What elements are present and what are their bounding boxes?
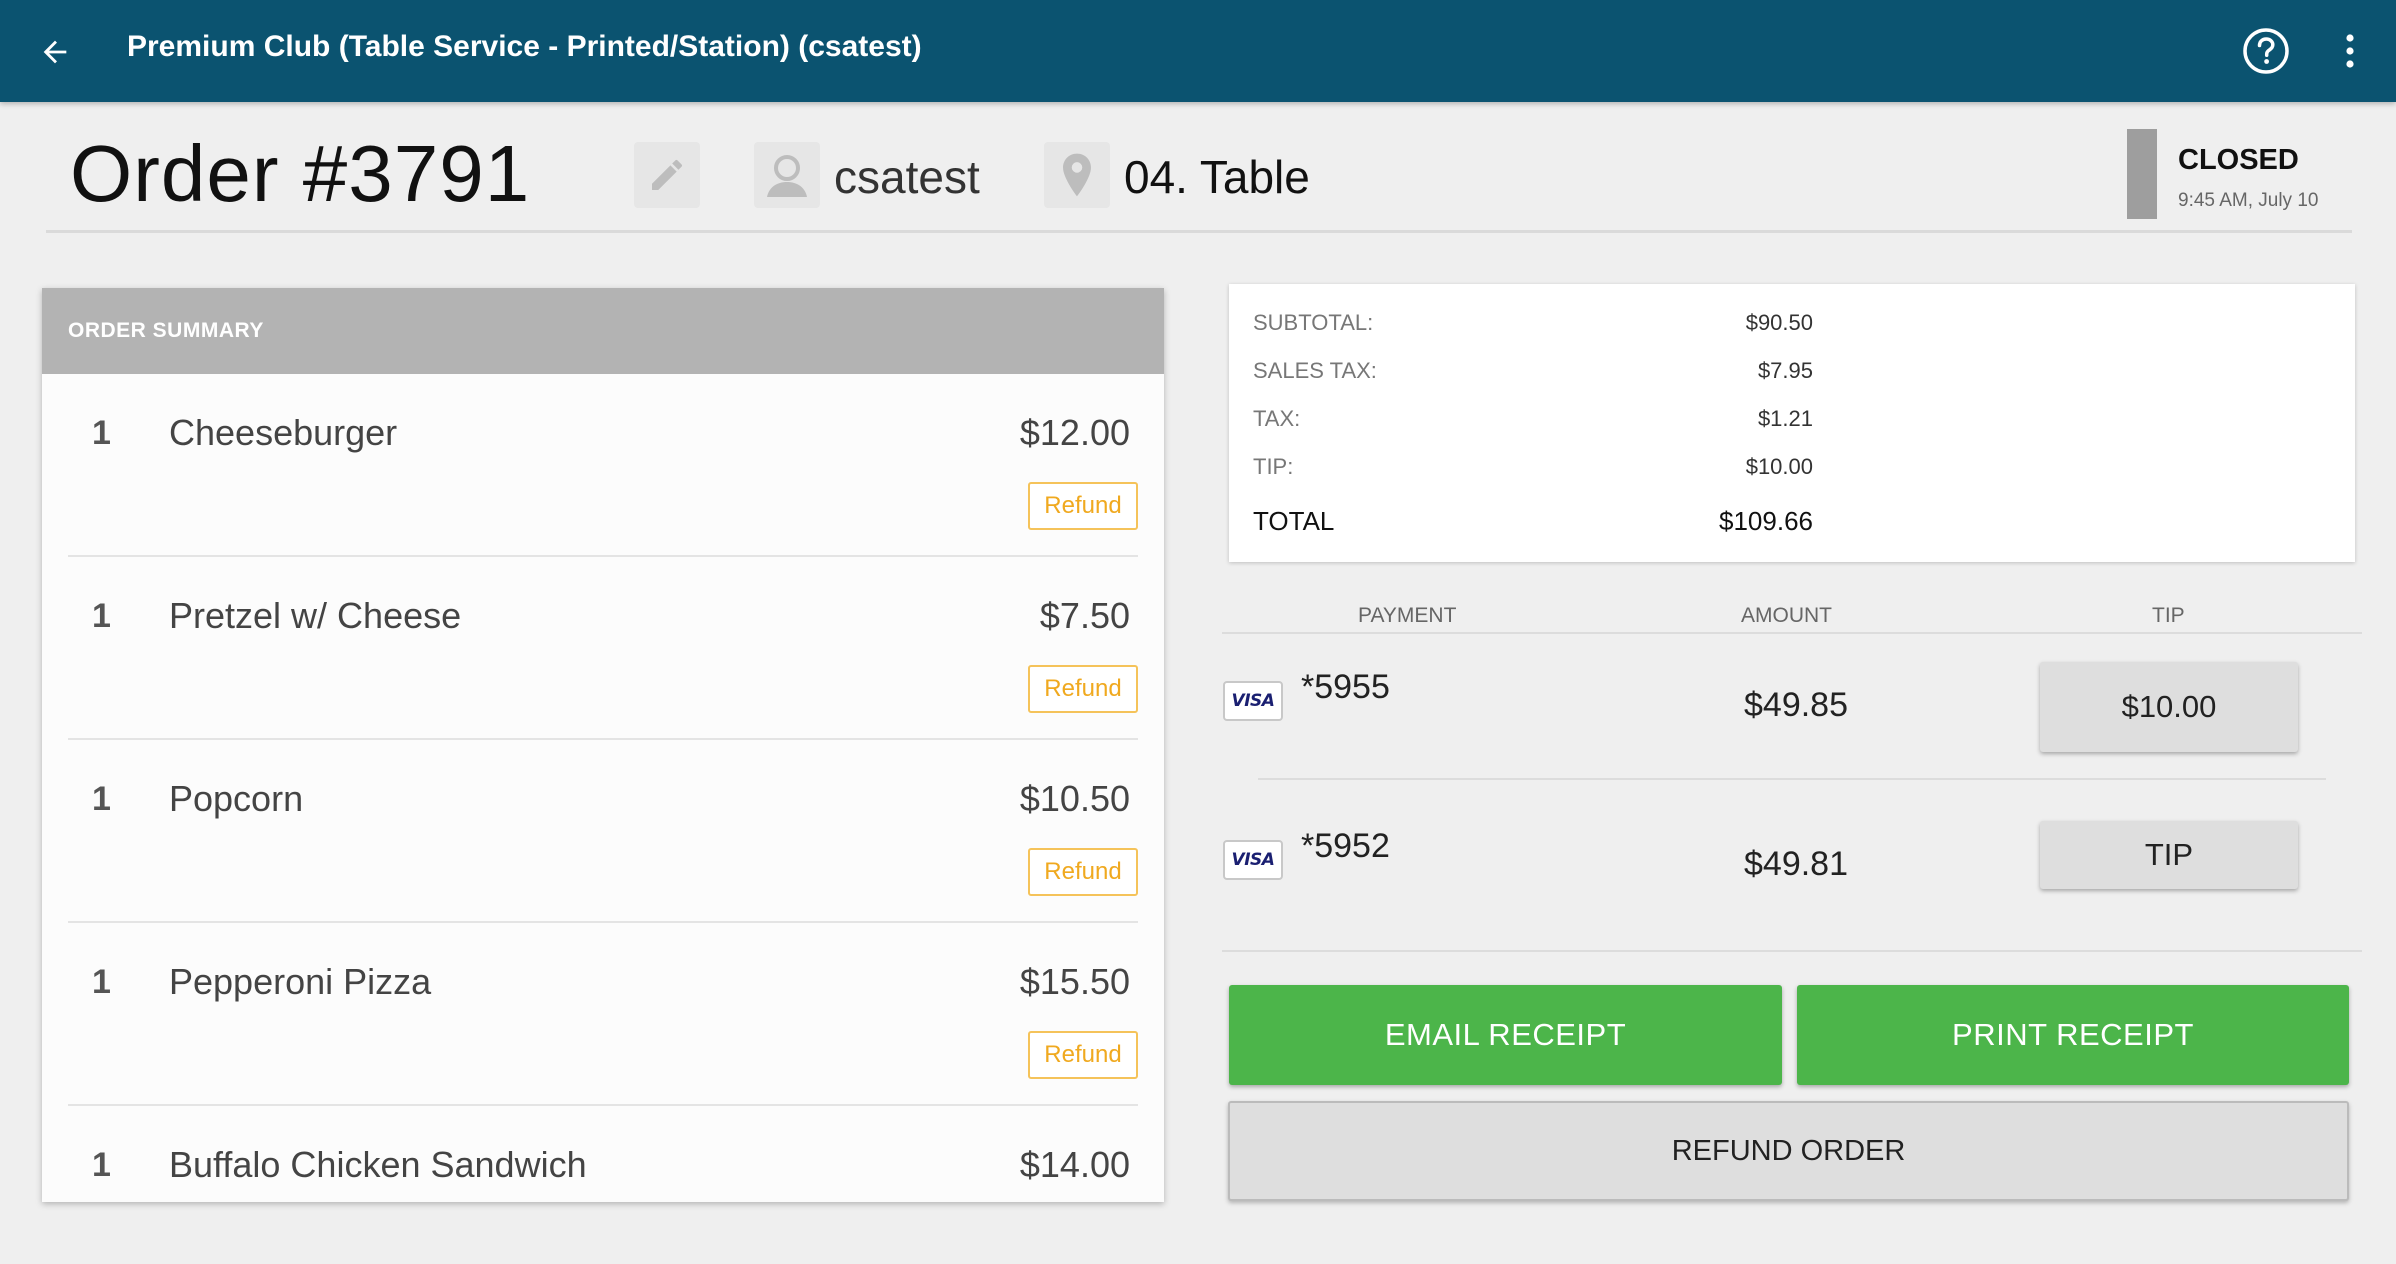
refund-item-button[interactable]: Refund xyxy=(1028,1031,1138,1079)
payment-tip-button[interactable]: $10.00 xyxy=(2040,662,2298,752)
item-quantity: 1 xyxy=(92,1146,111,1184)
pencil-icon xyxy=(652,159,682,190)
tip-column-header: TIP xyxy=(2152,604,2185,627)
email-receipt-button[interactable]: EMAIL RECEIPT xyxy=(1229,985,1782,1085)
refund-item-button[interactable]: Refund xyxy=(1028,482,1138,530)
item-name: Pepperoni Pizza xyxy=(169,961,432,1002)
refund-item-button[interactable]: Refund xyxy=(1028,848,1138,896)
refund-item-button[interactable]: Refund xyxy=(1028,665,1138,713)
sales-tax-row: SALES TAX: $7.95 xyxy=(1253,358,1813,398)
item-price: $14.00 xyxy=(1019,1144,1130,1185)
item-quantity: 1 xyxy=(92,414,111,452)
payment-amount: $49.81 xyxy=(1744,845,1848,883)
order-status-time: 9:45 AM, July 10 xyxy=(2178,190,2319,211)
subtotal-value: $90.50 xyxy=(1745,310,1813,335)
user-avatar xyxy=(754,142,820,208)
card-brand: VISA xyxy=(1231,850,1275,870)
item-name: Buffalo Chicken Sandwich xyxy=(169,1144,587,1185)
amount-column-header: AMOUNT xyxy=(1741,604,1832,627)
more-options-button[interactable] xyxy=(2330,23,2370,79)
payment-card-number: *5952 xyxy=(1301,827,1390,865)
tax-row: TAX: $1.21 xyxy=(1253,406,1813,446)
order-title: Order #3791 xyxy=(70,129,531,218)
visa-card-icon: VISA xyxy=(1223,681,1283,721)
add-tip-button[interactable]: TIP xyxy=(2040,821,2298,889)
item-price: $7.50 xyxy=(1039,595,1130,636)
order-summary-header: ORDER SUMMARY xyxy=(42,288,1164,374)
tip-value: $10.00 xyxy=(1745,454,1813,479)
order-item: 1 Popcorn $10.50 Refund xyxy=(68,740,1138,923)
question-circle-icon xyxy=(2243,28,2289,74)
subtotal-label: SUBTOTAL: xyxy=(1253,310,1374,335)
back-button[interactable] xyxy=(28,25,82,79)
arrow-left-icon xyxy=(43,40,67,64)
payments-row-divider xyxy=(1258,778,2326,780)
refund-order-button[interactable]: REFUND ORDER xyxy=(1228,1101,2349,1201)
person-icon xyxy=(767,155,807,197)
payment-column-header: PAYMENT xyxy=(1358,604,1457,627)
item-name: Pretzel w/ Cheese xyxy=(169,595,462,636)
total-label: TOTAL xyxy=(1253,506,1335,536)
order-detail-screen: Premium Club (Table Service - Printed/St… xyxy=(0,0,2396,1264)
total-value: $109.66 xyxy=(1719,506,1813,536)
item-name: Popcorn xyxy=(169,778,304,819)
app-bar: Premium Club (Table Service - Printed/St… xyxy=(0,0,2396,102)
payments-bottom-divider xyxy=(1222,950,2362,952)
order-totals-panel: SUBTOTAL: $90.50 SALES TAX: $7.95 TAX: $… xyxy=(1229,284,2355,562)
item-quantity: 1 xyxy=(92,780,111,818)
item-price: $10.50 xyxy=(1019,778,1130,819)
print-receipt-button[interactable]: PRINT RECEIPT xyxy=(1797,985,2349,1085)
order-location: 04. Table xyxy=(1124,151,1310,203)
payments-header-divider xyxy=(1222,632,2362,634)
tip-label: TIP: xyxy=(1253,454,1294,479)
order-item: 1 Pepperoni Pizza $15.50 Refund xyxy=(68,923,1138,1106)
order-summary-panel: ORDER SUMMARY 1 Cheeseburger $12.00 Refu… xyxy=(42,288,1164,1202)
card-brand: VISA xyxy=(1231,691,1275,711)
tip-row: TIP: $10.00 xyxy=(1253,454,1813,494)
item-price: $15.50 xyxy=(1019,961,1130,1002)
edit-order-button[interactable] xyxy=(634,142,700,208)
order-item: 1 Cheeseburger $12.00 Refund xyxy=(68,374,1138,557)
location-pin-icon xyxy=(1063,153,1091,197)
item-quantity: 1 xyxy=(92,963,111,1001)
item-name: Cheeseburger xyxy=(169,412,398,453)
header-divider xyxy=(46,230,2352,233)
payment-amount: $49.85 xyxy=(1744,686,1848,724)
order-user: csatest xyxy=(834,151,980,203)
visa-card-icon: VISA xyxy=(1223,840,1283,880)
subtotal-row: SUBTOTAL: $90.50 xyxy=(1253,310,1813,350)
help-button[interactable] xyxy=(2238,23,2294,79)
order-summary-title: ORDER SUMMARY xyxy=(68,319,264,342)
payment-card-number: *5955 xyxy=(1301,668,1390,706)
item-price: $12.00 xyxy=(1019,412,1130,453)
order-item: 1 Pretzel w/ Cheese $7.50 Refund xyxy=(68,557,1138,740)
tax-value: $1.21 xyxy=(1757,406,1813,431)
tax-label: TAX: xyxy=(1253,406,1301,431)
location-button[interactable] xyxy=(1044,142,1110,208)
status-indicator xyxy=(2127,129,2157,219)
item-quantity: 1 xyxy=(92,597,111,635)
sales-tax-label: SALES TAX: xyxy=(1253,358,1377,383)
total-row: TOTAL $109.66 xyxy=(1253,506,1813,546)
sales-tax-value: $7.95 xyxy=(1757,358,1813,383)
order-item: 1 Buffalo Chicken Sandwich $14.00 xyxy=(68,1106,1138,1202)
vertical-ellipsis-icon xyxy=(2346,34,2354,68)
app-bar-title: Premium Club (Table Service - Printed/St… xyxy=(127,30,922,63)
order-status: CLOSED xyxy=(2178,144,2299,176)
